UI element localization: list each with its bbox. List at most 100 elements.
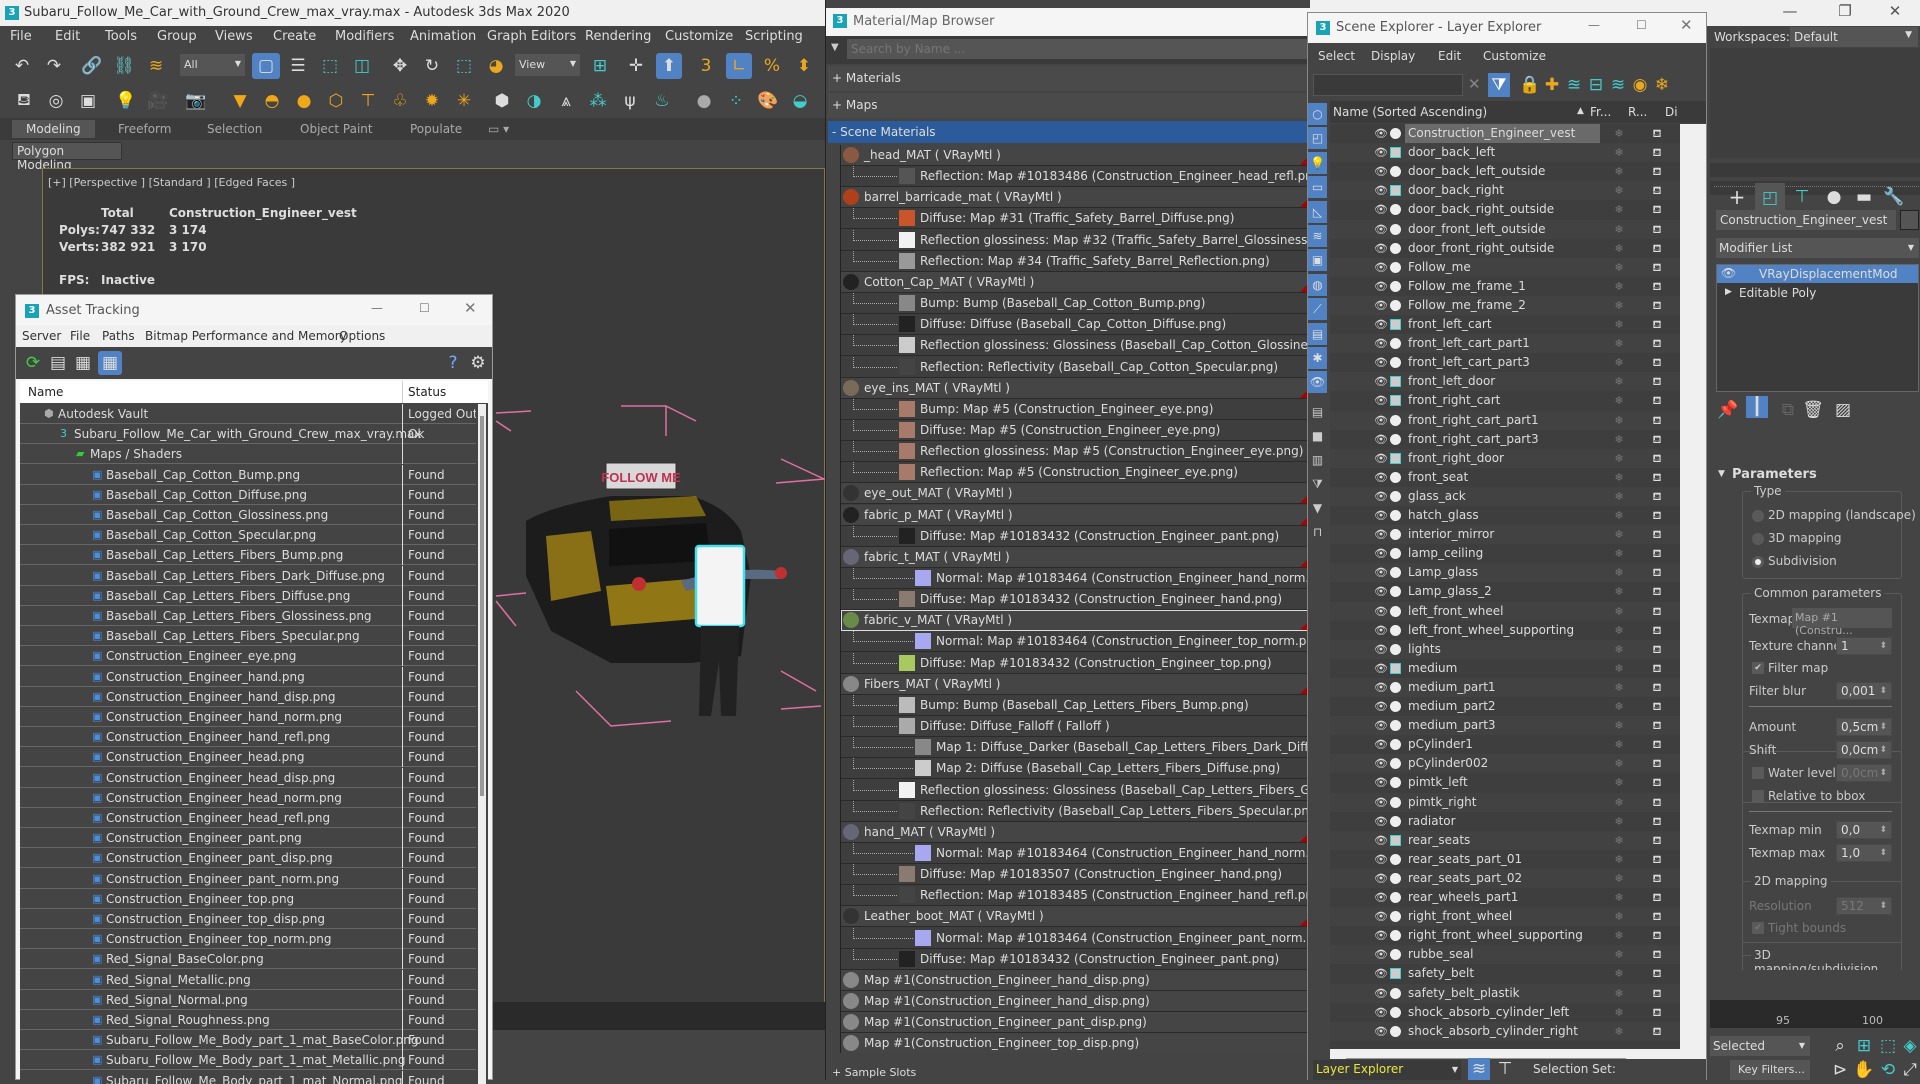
renderable-teapot-icon[interactable]: ⛾ xyxy=(1640,984,1674,1003)
freeze-icon[interactable]: ❄ xyxy=(1602,659,1636,678)
sample-slots-section[interactable]: + Sample Slots xyxy=(826,1066,1311,1080)
add-to-layer-icon[interactable]: ≊ xyxy=(1562,73,1586,97)
scene-object-row[interactable]: 👁 front_left_door ❄ ⛾ xyxy=(1330,372,1680,392)
renderable-teapot-icon[interactable]: ⛾ xyxy=(1640,563,1674,582)
freeze-icon[interactable]: ❄ xyxy=(1602,258,1636,277)
visibility-eye-icon[interactable]: 👁 xyxy=(1374,773,1388,792)
layers-list-icon[interactable]: ⊓ xyxy=(1308,521,1327,543)
renderable-teapot-icon[interactable]: ⛾ xyxy=(1640,735,1674,754)
spinner-snap-icon[interactable]: ⬍ xyxy=(792,54,816,78)
map-item[interactable]: Normal: Map #10183464 (Construction_Engi… xyxy=(841,842,1309,864)
renderable-teapot-icon[interactable]: ⛾ xyxy=(1640,391,1674,410)
xrefs-filter-icon[interactable]: ◍ xyxy=(1308,273,1327,296)
visibility-eye-icon[interactable]: 👁 xyxy=(1374,945,1388,964)
scene-object-row[interactable]: 👁 lamp_ceiling ❄ ⛾ xyxy=(1330,544,1680,563)
fov-icon[interactable]: ⊳ xyxy=(1828,1058,1852,1082)
photometric-light-icon[interactable]: ♧ xyxy=(388,89,412,113)
renderable-teapot-icon[interactable]: ⛾ xyxy=(1640,773,1674,792)
table-view-icon[interactable]: ▦ xyxy=(98,351,122,375)
camera-list-icon[interactable]: 🎥 xyxy=(146,89,170,113)
renderable-teapot-icon[interactable]: ⛾ xyxy=(1640,659,1674,678)
object-name-cell[interactable]: front_right_cart_part1 xyxy=(1405,411,1600,430)
at-menu-file[interactable]: File xyxy=(70,329,90,343)
scene-object-row[interactable]: 👁 medium_part3 ❄ ⛾ xyxy=(1330,716,1680,736)
object-name-cell[interactable]: door_back_left_outside xyxy=(1405,162,1600,181)
type-radio-2[interactable] xyxy=(1752,556,1764,568)
visibility-eye-icon[interactable]: 👁 xyxy=(1374,926,1388,945)
renderable-teapot-icon[interactable]: ⛾ xyxy=(1640,411,1674,430)
freeze-icon[interactable]: ❄ xyxy=(1602,181,1636,200)
geometry-filter-icon[interactable]: ○ xyxy=(1308,103,1327,125)
map-item[interactable]: Diffuse: Diffuse (Baseball_Cap_Cotton_Di… xyxy=(841,314,1309,336)
freeze-icon[interactable]: ❄ xyxy=(1602,468,1636,487)
hide-layer-icon[interactable]: ◉ xyxy=(1628,73,1652,97)
object-name-cell[interactable]: door_back_left xyxy=(1405,143,1600,162)
asset-row[interactable]: ▣ Subaru_Follow_Me_Body_part_1_mat_BaseCo… xyxy=(20,1030,476,1051)
visibility-eye-icon[interactable]: 👁 xyxy=(1374,1022,1388,1041)
freeze-icon[interactable]: ❄ xyxy=(1602,735,1636,754)
helpers-filter-icon[interactable]: ◺ xyxy=(1308,200,1327,223)
material-sphere-icon[interactable]: ● xyxy=(692,89,716,113)
freeze-icon[interactable]: ❄ xyxy=(1602,602,1636,621)
object-name-cell[interactable]: pCylinder002 xyxy=(1405,754,1600,773)
freeze-icon[interactable]: ❄ xyxy=(1602,143,1636,162)
filter-icon[interactable]: ⧩ xyxy=(1488,73,1510,97)
renderable-teapot-icon[interactable]: ⛾ xyxy=(1640,430,1674,449)
freeze-icon[interactable]: ❄ xyxy=(1602,793,1636,812)
object-name-cell[interactable]: safety_belt xyxy=(1405,964,1600,983)
thumbnail-view-icon[interactable]: ▦ xyxy=(71,351,95,375)
layers-icon[interactable]: ≋ xyxy=(1606,73,1630,97)
map-item[interactable]: Diffuse: Diffuse_Falloff ( Falloff ) xyxy=(841,716,1309,738)
zoom-all-icon[interactable]: ⊞ xyxy=(1852,1034,1876,1058)
visibility-eye-icon[interactable]: 👁 xyxy=(1374,907,1388,926)
scene-object-row[interactable]: 👁 rear_seats ❄ ⛾ xyxy=(1330,830,1680,850)
snaps-toggle-icon[interactable]: 3 xyxy=(694,54,718,78)
hierarchy-view-icon[interactable]: ⊤ xyxy=(1494,1058,1516,1080)
object-name-cell[interactable]: right_front_wheel xyxy=(1405,907,1600,926)
key-mode-dropdown[interactable]: Selected ▼ xyxy=(1710,1036,1810,1056)
close-button[interactable]: ✕ xyxy=(464,299,477,317)
visibility-eye-icon[interactable]: 👁 xyxy=(1374,162,1388,181)
material-editor-icon[interactable]: ⁘ xyxy=(724,89,748,113)
asset-row[interactable]: ▣ Construction_Engineer_hand.png Found xyxy=(20,666,476,687)
make-unique-icon[interactable]: ⧉ xyxy=(1776,398,1800,422)
map-item[interactable]: Bump: Bump (Baseball_Cap_Cotton_Bump.png… xyxy=(841,293,1309,315)
visibility-eye-icon[interactable]: 👁 xyxy=(1374,334,1388,353)
object-name-cell[interactable]: rear_wheels_part1 xyxy=(1405,888,1600,907)
freeze-icon[interactable]: ❄ xyxy=(1602,1003,1636,1022)
create-tab-icon[interactable]: + xyxy=(1725,185,1749,209)
maximize-viewport-icon[interactable]: ⤢ xyxy=(1898,1058,1920,1082)
asset-row[interactable]: ▣ Construction_Engineer_head.png Found xyxy=(20,747,476,768)
scene-object-row[interactable]: 👁 Follow_me ❄ ⛾ xyxy=(1330,257,1680,277)
object-name-cell[interactable]: front_right_cart xyxy=(1405,391,1600,410)
particles-filter-icon[interactable]: ✱ xyxy=(1308,347,1327,369)
shift-spinner[interactable]: 0,0cm xyxy=(1836,741,1892,759)
freeze-icon[interactable]: ❄ xyxy=(1602,353,1636,372)
material-item[interactable]: Map #1(Construction_Engineer_top_disp.pn… xyxy=(841,1033,1309,1053)
material-item[interactable]: eye_out_MAT ( VRayMtl ) xyxy=(841,483,1309,505)
maximize-button[interactable]: ☐ xyxy=(419,301,430,315)
object-name-cell[interactable]: interior_mirror xyxy=(1405,525,1600,544)
settings-icon[interactable]: ⚙ xyxy=(466,351,490,375)
column-display[interactable]: Di xyxy=(1665,105,1678,119)
ribbon-tab-freeform[interactable]: Freeform xyxy=(118,122,171,136)
scene-object-row[interactable]: 👁 pimtk_left ❄ ⛾ xyxy=(1330,773,1680,792)
zoom-extents-all-icon[interactable]: ◈ xyxy=(1898,1034,1920,1058)
filter-map-checkbox[interactable]: ✔ xyxy=(1752,662,1764,674)
scene-object-row[interactable]: 👁 shock_absorb_cylinder_right ❄ ⛾ xyxy=(1330,1021,1680,1041)
material-item[interactable]: _head_MAT ( VRayMtl ) xyxy=(841,145,1309,166)
undo-icon[interactable]: ↶ xyxy=(10,54,34,78)
skylight-icon[interactable]: ✳ xyxy=(452,89,476,113)
object-name-cell[interactable]: door_back_right_outside xyxy=(1405,200,1600,219)
teapot-icon[interactable]: ⛾ xyxy=(12,89,36,113)
dome-light-icon[interactable]: ◓ xyxy=(260,89,284,113)
map-item[interactable]: Reflection glossiness: Glossiness (Baseb… xyxy=(841,779,1309,801)
scene-object-row[interactable]: 👁 door_back_right_outside ❄ ⛾ xyxy=(1330,200,1680,219)
scene-object-row[interactable]: 👁 right_front_wheel_supporting ❄ ⛾ xyxy=(1330,926,1680,945)
renderable-teapot-icon[interactable]: ⛾ xyxy=(1640,525,1674,544)
object-name-cell[interactable]: front_left_door xyxy=(1405,372,1600,391)
polygon-modeling-tab[interactable]: Polygon Modeling xyxy=(12,142,122,172)
scene-object-row[interactable]: 👁 shock_absorb_cylinder_left ❄ ⛾ xyxy=(1330,1003,1680,1022)
renderable-teapot-icon[interactable]: ⛾ xyxy=(1640,697,1674,716)
freeze-icon[interactable]: ❄ xyxy=(1602,831,1636,850)
